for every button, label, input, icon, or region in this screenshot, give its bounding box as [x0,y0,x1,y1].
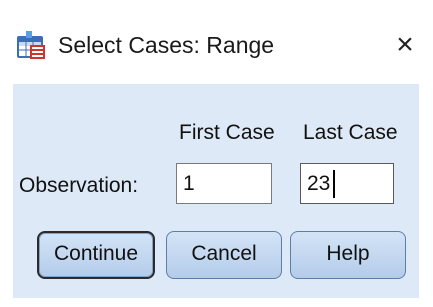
close-button[interactable]: × [390,28,420,62]
text-caret [333,170,335,198]
last-case-input[interactable] [300,163,394,204]
select-cases-range-dialog: Select Cases: Range × First Case Last Ca… [0,0,433,307]
spss-table-icon [16,30,46,60]
last-case-header: Last Case [303,121,398,144]
first-case-header: First Case [179,121,275,144]
close-icon: × [396,28,414,61]
cancel-button[interactable]: Cancel [166,231,282,279]
observation-label: Observation: [19,174,139,197]
title-bar: Select Cases: Range × [0,0,433,84]
first-case-input[interactable] [176,163,272,204]
continue-button[interactable]: Continue [37,231,155,279]
dialog-body: First Case Last Case Observation: Contin… [13,84,419,298]
help-button[interactable]: Help [290,231,406,279]
dialog-title: Select Cases: Range [58,32,275,58]
